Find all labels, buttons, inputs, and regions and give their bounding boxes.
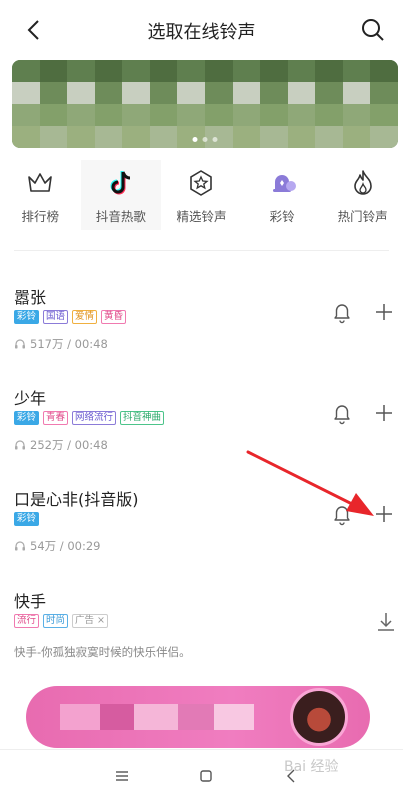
song-meta: 252万 / 00:48 bbox=[14, 437, 108, 453]
headphones-icon bbox=[15, 541, 25, 551]
promo-mosaic bbox=[100, 704, 134, 730]
promo-mosaic bbox=[178, 704, 214, 730]
tag: 抖音神曲 bbox=[120, 411, 165, 425]
top-bar: 选取在线铃声 bbox=[0, 0, 403, 60]
star-badge-icon bbox=[190, 170, 213, 196]
plays-duration: 517万 / 00:48 bbox=[30, 337, 108, 351]
add-plus-icon[interactable] bbox=[372, 502, 396, 526]
color-ringtone-icon bbox=[273, 175, 297, 192]
headphones-icon bbox=[15, 339, 25, 349]
plays-duration: 252万 / 00:48 bbox=[30, 438, 108, 452]
watermark: Bai 经验 bbox=[284, 759, 339, 775]
headphones-icon bbox=[15, 440, 25, 450]
song-tags: 彩铃 bbox=[14, 512, 40, 526]
category-nav: 排行榜 抖音热歌 精选铃声 彩铃 热门铃声 bbox=[0, 160, 403, 230]
category-label: 精选铃声 bbox=[176, 209, 227, 224]
category-label: 热门铃声 bbox=[337, 209, 388, 224]
plays-duration: 54万 / 00:29 bbox=[30, 539, 101, 553]
tag: 爱情 bbox=[72, 310, 98, 324]
category-color-ringtone[interactable]: 彩铃 bbox=[242, 160, 323, 230]
ad-tags: 流行 时尚 广告 × bbox=[14, 614, 109, 628]
tag: 青春 bbox=[43, 411, 69, 425]
category-featured[interactable]: 精选铃声 bbox=[161, 160, 242, 230]
tag: 国语 bbox=[43, 310, 69, 324]
song-tags: 彩铃 青春 网络流行 抖音神曲 bbox=[14, 411, 165, 425]
ad-description: 快手-你孤独寂寞时候的快乐伴侣。 bbox=[14, 645, 191, 659]
category-label: 排行榜 bbox=[21, 209, 60, 224]
category-douyin-hits[interactable]: 抖音热歌 bbox=[80, 160, 162, 230]
tag: 彩铃 bbox=[14, 310, 40, 324]
ad-close-tag[interactable]: 广告 × bbox=[72, 614, 109, 628]
tag: 网络流行 bbox=[72, 411, 117, 425]
set-ringtone-bell-icon[interactable] bbox=[330, 300, 354, 324]
promo-avatar bbox=[290, 688, 348, 746]
category-label: 彩铃 bbox=[269, 209, 295, 224]
category-label: 抖音热歌 bbox=[95, 209, 146, 224]
set-ringtone-bell-icon[interactable] bbox=[330, 401, 354, 425]
promo-mosaic bbox=[60, 704, 100, 730]
add-plus-icon[interactable] bbox=[372, 300, 396, 324]
ad-title: 快手 bbox=[14, 592, 47, 611]
search-icon[interactable] bbox=[359, 16, 387, 44]
song-title: 嚣张 bbox=[14, 288, 47, 307]
category-hot[interactable]: 热门铃声 bbox=[322, 160, 403, 230]
set-ringtone-bell-icon[interactable] bbox=[330, 502, 354, 526]
promo-mosaic bbox=[214, 704, 254, 730]
divider bbox=[14, 250, 389, 251]
promo-mosaic bbox=[134, 704, 178, 730]
tag: 流行 bbox=[14, 614, 40, 628]
song-meta: 517万 / 00:48 bbox=[14, 336, 108, 352]
tiktok-icon bbox=[110, 171, 130, 195]
category-ranking[interactable]: 排行榜 bbox=[0, 160, 81, 230]
flame-icon bbox=[353, 170, 372, 195]
tag: 彩铃 bbox=[14, 512, 40, 526]
top-banner[interactable] bbox=[12, 60, 398, 148]
song-title: 口是心非(抖音版) bbox=[14, 490, 139, 509]
page-title: 选取在线铃声 bbox=[147, 22, 256, 43]
banner-image bbox=[12, 60, 398, 148]
song-meta: 54万 / 00:29 bbox=[14, 538, 100, 554]
tag: 黄昏 bbox=[101, 310, 127, 324]
system-nav-bar bbox=[0, 749, 403, 801]
crown-icon bbox=[28, 173, 53, 192]
tag: 时尚 bbox=[43, 614, 69, 628]
song-tags: 彩铃 国语 爱情 黄昏 bbox=[14, 310, 127, 324]
promo-banner[interactable] bbox=[26, 686, 370, 748]
add-plus-icon[interactable] bbox=[372, 401, 396, 425]
download-icon[interactable] bbox=[374, 610, 398, 634]
home-icon[interactable] bbox=[194, 764, 218, 788]
menu-icon[interactable] bbox=[110, 764, 134, 788]
song-title: 少年 bbox=[14, 389, 47, 408]
tag: 彩铃 bbox=[14, 411, 40, 425]
banner-pagination bbox=[192, 137, 218, 142]
